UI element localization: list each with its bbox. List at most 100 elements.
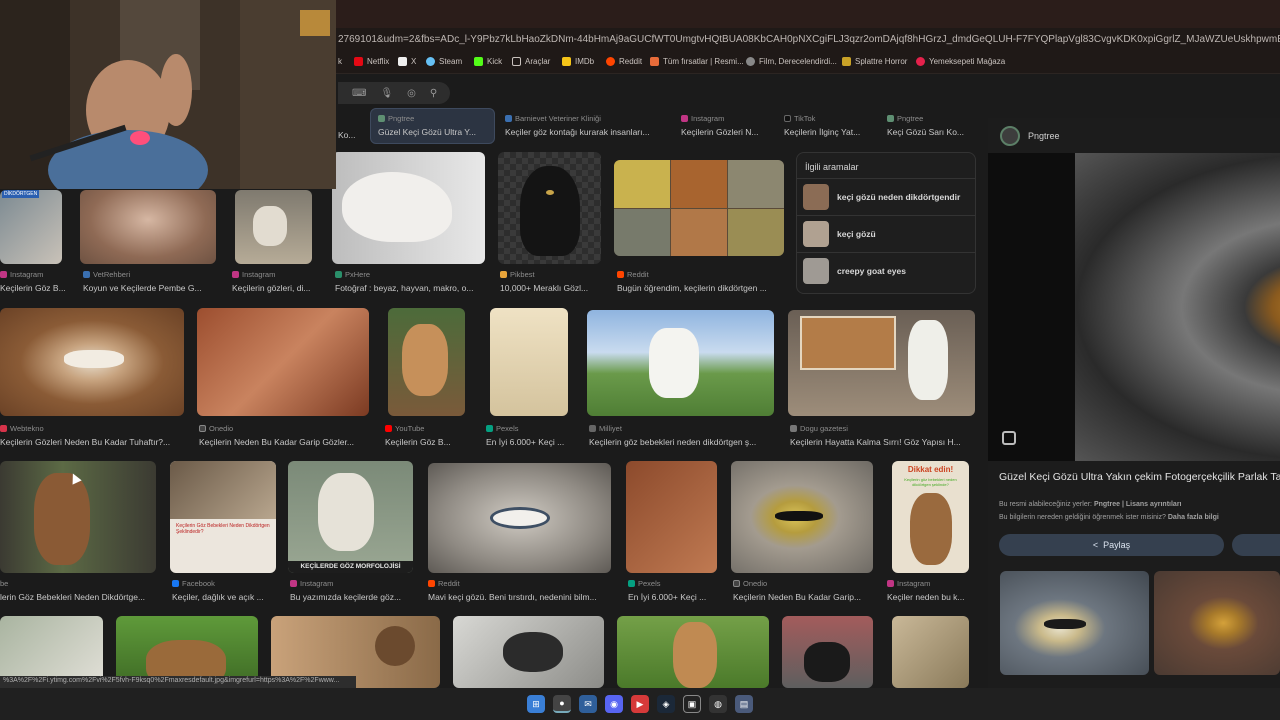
- steam-icon[interactable]: ◈: [657, 695, 675, 713]
- mail-icon[interactable]: ✉: [579, 695, 597, 713]
- bookmark-netflix[interactable]: Netflix: [354, 57, 389, 66]
- result-thumbnail[interactable]: [617, 616, 769, 688]
- related-search-item[interactable]: keçi gözü neden dikdörtgendir: [797, 178, 975, 215]
- result-thumbnail[interactable]: [332, 152, 485, 264]
- result-thumbnail[interactable]: [0, 308, 184, 416]
- settings-icon[interactable]: ▤: [735, 695, 753, 713]
- result-thumbnail[interactable]: [498, 152, 601, 264]
- related-image-thumbnail[interactable]: [1000, 571, 1149, 675]
- bookmark-yemeksepeti[interactable]: Yemeksepeti Mağaza: [916, 57, 1005, 66]
- result-thumbnail[interactable]: [428, 463, 611, 573]
- result-caption[interactable]: Reddit Mavi keçi gözü. Beni tırstırdı, ne…: [428, 579, 612, 602]
- result-caption[interactable]: YouTube Keçilerin Göz B...: [385, 424, 469, 447]
- panel-source[interactable]: Pngtree: [1028, 131, 1060, 141]
- result-thumbnail[interactable]: [788, 310, 975, 416]
- keyboard-icon[interactable]: ⌨: [352, 88, 366, 99]
- result-caption[interactable]: Barnievet Veteriner Kliniği Keçiler göz …: [505, 114, 665, 137]
- result-caption[interactable]: Instagram Keçilerin gözleri, di...: [232, 270, 318, 293]
- thumbnail-badge: DİKDÖRTGEN: [2, 190, 40, 198]
- result-caption[interactable]: be lerin Göz Bebekleri Neden Dikdörtge...: [0, 579, 156, 602]
- license-link[interactable]: Pngtree | Lisans ayrıntıları: [1094, 501, 1182, 508]
- bookmark-imdb[interactable]: IMDb: [562, 57, 594, 66]
- result-thumbnail[interactable]: [626, 461, 717, 573]
- lens-search-icon[interactable]: [1002, 431, 1016, 445]
- app-icon[interactable]: ▣: [683, 695, 701, 713]
- onedio-icon: [733, 580, 740, 587]
- result-caption[interactable]: TikTok Keçilerin İlginç Yat...: [784, 114, 874, 137]
- related-search-item[interactable]: creepy goat eyes: [797, 252, 975, 289]
- result-thumbnail[interactable]: [235, 190, 312, 264]
- result-thumbnail[interactable]: Dikkat edin! Keçilerin göz bebekleri ned…: [892, 461, 969, 573]
- result-caption[interactable]: Dogu gazetesi Keçilerin Hayatta Kalma Sır…: [790, 424, 976, 447]
- reddit-icon: [428, 580, 435, 587]
- chrome-icon[interactable]: ●: [553, 695, 571, 713]
- result-caption[interactable]: Onedio Keçilerin Neden Bu Kadar Garip...: [733, 579, 875, 602]
- windows-taskbar: ⊞ ● ✉ ◉ ▶ ◈ ▣ ◍ ▤: [0, 688, 1280, 720]
- result-caption[interactable]: Pngtree Güzel Keçi Gözü Ultra Y...: [378, 114, 488, 137]
- result-thumbnail[interactable]: [453, 616, 604, 688]
- result-thumbnail[interactable]: [731, 461, 873, 573]
- instagram-icon: [887, 580, 894, 587]
- more-options-button[interactable]: [1232, 534, 1280, 556]
- discord-icon[interactable]: ◉: [605, 695, 623, 713]
- bookmark-firsatlar[interactable]: Tüm fırsatlar | Resmi...: [650, 57, 744, 66]
- bookmark-item[interactable]: k: [338, 57, 342, 66]
- milliyet-icon: [589, 425, 596, 432]
- result-caption[interactable]: Facebook Keçiler, dağlık ve açık ...: [172, 579, 278, 602]
- bookmark-reddit[interactable]: Reddit: [606, 57, 642, 66]
- eye-collage-cell: [614, 209, 670, 256]
- result-caption[interactable]: Reddit Bugün öğrendim, keçilerin dikdörtg…: [617, 270, 781, 293]
- result-caption[interactable]: Pngtree Keçi Gözü Sarı Ko...: [887, 114, 977, 137]
- result-caption[interactable]: Pexels En İyi 6.000+ Keçi ...: [486, 424, 574, 447]
- related-search-item[interactable]: keçi gözü: [797, 215, 975, 252]
- kick-icon: [474, 57, 483, 66]
- goat-head-shape: [673, 622, 717, 688]
- result-thumbnail[interactable]: DİKDÖRTGEN: [0, 190, 62, 264]
- bookmark-araclar[interactable]: Araçlar: [512, 57, 550, 66]
- result-caption[interactable]: Pikbest 10,000+ Meraklı Gözl...: [500, 270, 600, 293]
- result-thumbnail[interactable]: [587, 310, 774, 416]
- result-caption[interactable]: Instagram Keçilerin Göz B...: [0, 270, 66, 293]
- url-text[interactable]: 2769101&udm=2&fbs=ADc_l-Y9Pbz7kLbHaoZkDN…: [338, 34, 1280, 45]
- result-caption[interactable]: Milliyet Keçilerin göz bebekleri neden di…: [589, 424, 774, 447]
- result-caption[interactable]: Onedio Keçilerin Neden Bu Kadar Garip Göz…: [199, 424, 369, 447]
- result-thumbnail[interactable]: [782, 616, 873, 688]
- eye-collage-cell: [728, 160, 784, 208]
- media-player-icon[interactable]: ▶: [631, 695, 649, 713]
- result-caption[interactable]: Webtekno Keçilerin Gözleri Neden Bu Kadar…: [0, 424, 184, 447]
- result-thumbnail[interactable]: [892, 616, 969, 688]
- result-caption[interactable]: Ko...: [338, 126, 358, 140]
- result-caption[interactable]: Pexels En İyi 6.000+ Keçi ...: [628, 579, 720, 602]
- related-image-thumbnail[interactable]: [1154, 571, 1280, 675]
- onedio-icon: [199, 425, 206, 432]
- search-icon[interactable]: ⚲: [430, 88, 437, 99]
- mic-icon[interactable]: 🎙: [380, 88, 393, 99]
- obs-icon[interactable]: ◍: [709, 695, 727, 713]
- result-caption[interactable]: Instagram Keçiler neden bu k...: [887, 579, 973, 602]
- result-thumbnail[interactable]: [80, 190, 216, 264]
- youtube-icon: [385, 425, 392, 432]
- pngtree-logo-icon: [1000, 126, 1020, 146]
- result-thumbnail[interactable]: [388, 308, 465, 416]
- bookmark-splattre[interactable]: Splattre Horror: [842, 57, 907, 66]
- bookmark-kick[interactable]: Kick: [474, 57, 502, 66]
- result-thumbnail[interactable]: [197, 308, 369, 416]
- result-caption[interactable]: Instagram Keçilerin Gözleri N...: [681, 114, 771, 137]
- result-thumbnail[interactable]: KEÇİLERDE GÖZ MORFOLOJİSİ: [288, 461, 413, 573]
- windows-start-icon[interactable]: ⊞: [527, 695, 545, 713]
- share-label: Paylaş: [1103, 540, 1131, 550]
- result-caption[interactable]: VetRehberi Koyun ve Keçilerde Pembe G...: [83, 270, 217, 293]
- preview-title[interactable]: Güzel Keçi Gözü Ultra Yakın çekim Fotoge…: [999, 470, 1280, 484]
- bookmark-film[interactable]: Film, Derecelendirdi...: [746, 57, 837, 66]
- bookmark-steam[interactable]: Steam: [426, 57, 462, 66]
- bookmark-x[interactable]: X: [398, 57, 416, 66]
- result-thumbnail[interactable]: Keçilerin Göz Bebekleri Neden Dikdörtgen…: [170, 461, 276, 573]
- result-caption[interactable]: Instagram Bu yazımızda keçilerde göz...: [290, 579, 414, 602]
- preview-image[interactable]: [988, 153, 1280, 461]
- share-button[interactable]: < Paylaş: [999, 534, 1224, 556]
- result-thumbnail[interactable]: [490, 308, 568, 416]
- result-caption[interactable]: PxHere Fotoğraf : beyaz, hayvan, makro, o…: [335, 270, 485, 293]
- lens-icon[interactable]: ◎: [407, 88, 416, 99]
- result-thumbnail[interactable]: [614, 160, 784, 256]
- learn-more-link[interactable]: Daha fazla bilgi: [1168, 514, 1219, 521]
